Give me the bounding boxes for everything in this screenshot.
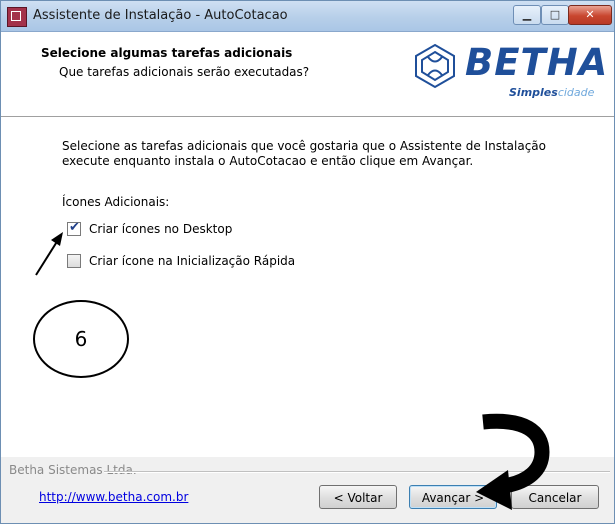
annotation-overlay [35,232,550,510]
pointer-arrow-icon [35,232,63,276]
curved-arrow-icon [476,413,550,510]
